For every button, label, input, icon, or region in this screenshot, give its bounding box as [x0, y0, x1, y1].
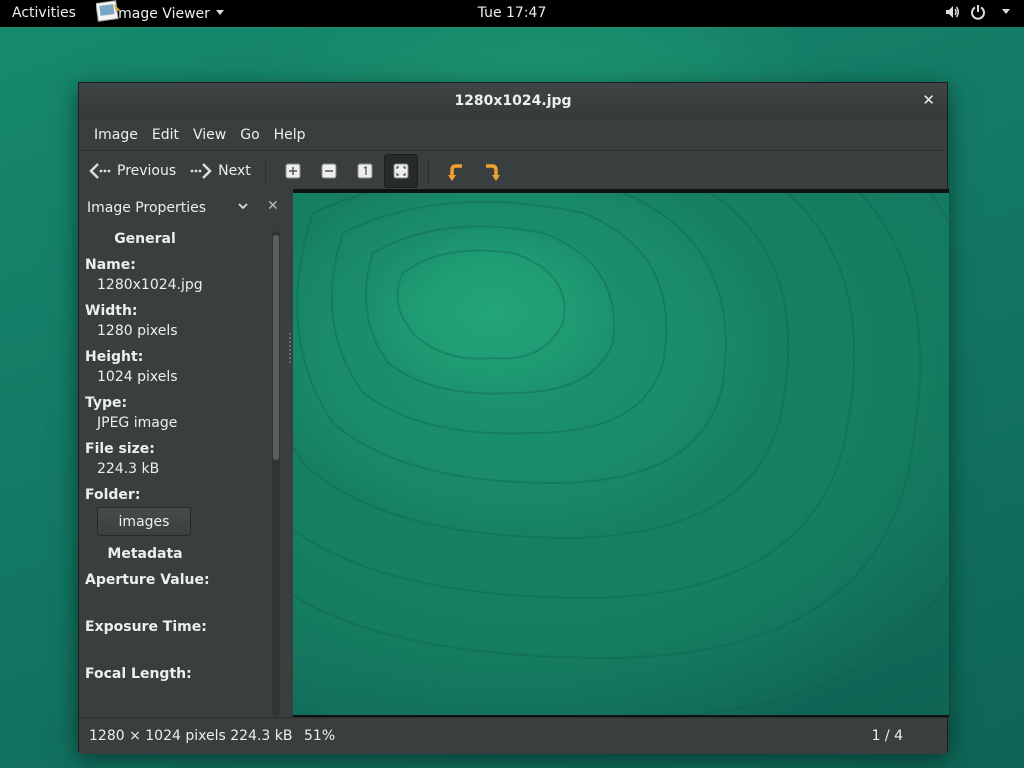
section-general: General — [114, 231, 176, 247]
close-sidebar-icon[interactable]: ✕ — [267, 198, 279, 214]
chevron-down-icon[interactable] — [237, 200, 249, 212]
rotate-left-button[interactable] — [439, 154, 473, 188]
chevron-down-icon — [1002, 8, 1010, 14]
top-bar: Activities Image Viewer Tue 17:47 — [0, 0, 1024, 27]
title-bar[interactable]: 1280x1024.jpg ✕ — [79, 83, 947, 121]
sidebar-scrollbar[interactable] — [272, 231, 280, 716]
zoom-level: 51% — [304, 728, 336, 744]
rotate-left-icon — [447, 163, 462, 181]
previous-button[interactable]: Previous — [89, 162, 176, 180]
file-size-label: File size: — [85, 441, 155, 457]
zoom-out-icon — [321, 163, 337, 178]
scrollbar-thumb[interactable] — [273, 235, 279, 460]
next-icon — [190, 162, 212, 179]
menu-bar: Image Edit View Go Help — [79, 120, 947, 150]
next-button[interactable]: Next — [190, 162, 251, 180]
name-value: 1280x1024.jpg — [97, 277, 203, 293]
image-viewer-window: 1280x1024.jpg ✕ Image Edit View Go Help … — [78, 82, 949, 754]
window-title: 1280x1024.jpg — [454, 93, 572, 109]
folder-label: Folder: — [85, 487, 141, 503]
previous-label: Previous — [117, 162, 177, 179]
name-label: Name: — [85, 257, 136, 273]
best-fit-icon — [393, 163, 409, 178]
zoom-in-button[interactable] — [276, 154, 310, 188]
menu-image[interactable]: Image — [87, 127, 145, 143]
sidebar-title[interactable]: Image Properties — [87, 200, 206, 216]
focal-length-label: Focal Length: — [85, 666, 192, 682]
height-label: Height: — [85, 349, 144, 365]
displayed-image — [293, 193, 949, 715]
toolbar-separator — [264, 157, 266, 184]
activities-button[interactable]: Activities — [12, 5, 76, 21]
app-menu-label: Image Viewer — [114, 5, 210, 22]
contour-pattern — [293, 193, 949, 715]
rotate-right-icon — [485, 163, 500, 181]
toolbar: Previous Next — [79, 150, 947, 190]
height-value: 1024 pixels — [97, 369, 178, 385]
next-label: Next — [218, 162, 251, 179]
width-value: 1280 pixels — [97, 323, 178, 339]
image-counter: 1 / 4 — [871, 728, 903, 744]
menu-view[interactable]: View — [186, 127, 233, 143]
type-value: JPEG image — [97, 415, 178, 431]
menu-help[interactable]: Help — [267, 127, 313, 143]
power-icon — [971, 5, 985, 20]
rotate-right-button[interactable] — [475, 154, 509, 188]
toolbar-separator — [427, 157, 429, 184]
type-label: Type: — [85, 395, 128, 411]
zoom-in-icon — [285, 163, 301, 178]
exposure-label: Exposure Time: — [85, 619, 207, 635]
sidebar-header: Image Properties ✕ — [87, 198, 282, 218]
aperture-label: Aperture Value: — [85, 572, 210, 588]
image-view[interactable] — [293, 189, 949, 717]
folder-button[interactable]: images — [97, 507, 191, 536]
menu-edit[interactable]: Edit — [145, 127, 186, 143]
properties-list: General Name: 1280x1024.jpg Width: 1280 … — [85, 231, 265, 682]
previous-icon — [89, 162, 111, 179]
best-fit-button[interactable] — [383, 153, 418, 188]
volume-icon — [946, 6, 959, 18]
zoom-out-button[interactable] — [312, 154, 346, 188]
image-viewer-app-icon — [96, 0, 120, 22]
chevron-down-icon — [215, 10, 224, 15]
status-bar: 1280 × 1024 pixels 224.3 kB 51% 1 / 4 — [79, 717, 947, 754]
system-status-menu[interactable] — [944, 4, 1010, 20]
image-info: 1280 × 1024 pixels 224.3 kB — [89, 728, 293, 744]
original-size-icon — [357, 163, 373, 178]
app-menu[interactable]: Image Viewer — [96, 0, 224, 27]
menu-go[interactable]: Go — [233, 127, 266, 143]
clock[interactable]: Tue 17:47 — [478, 5, 547, 21]
file-size-value: 224.3 kB — [97, 461, 160, 477]
close-icon[interactable]: ✕ — [922, 91, 935, 109]
section-metadata: Metadata — [107, 546, 183, 562]
width-label: Width: — [85, 303, 138, 319]
image-properties-sidebar: Image Properties ✕ General Name: 1280x10… — [79, 191, 289, 716]
original-size-button[interactable] — [348, 154, 382, 188]
